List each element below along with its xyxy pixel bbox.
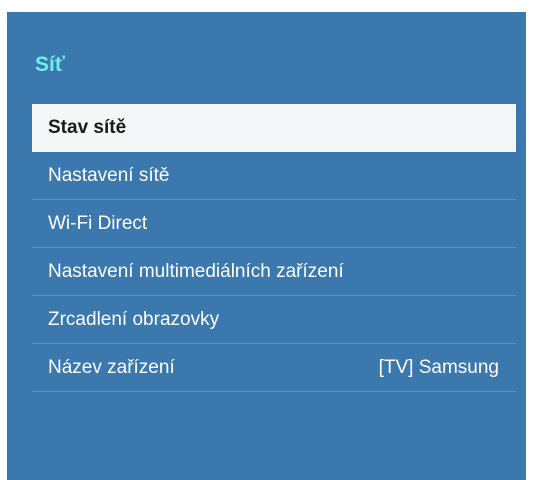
network-settings-panel: Síť Stav sítě Nastavení sítě Wi-Fi Direc… — [7, 12, 526, 480]
panel-title: Síť — [35, 53, 65, 76]
network-menu: Stav sítě Nastavení sítě Wi-Fi Direct Na… — [32, 104, 516, 392]
menu-item-network-status[interactable]: Stav sítě — [32, 104, 516, 152]
menu-item-wifi-direct[interactable]: Wi-Fi Direct — [32, 200, 516, 248]
device-name-value: [TV] Samsung — [378, 356, 499, 378]
menu-item-label: Nastavení multimediálních zařízení — [48, 260, 344, 282]
menu-item-screen-mirroring[interactable]: Zrcadlení obrazovky — [32, 296, 516, 344]
menu-item-device-name[interactable]: Název zařízení [TV] Samsung — [32, 344, 516, 392]
menu-item-label: Název zařízení — [48, 356, 175, 378]
menu-item-label: Nastavení sítě — [48, 164, 170, 186]
menu-item-network-settings[interactable]: Nastavení sítě — [32, 152, 516, 200]
menu-item-label: Wi-Fi Direct — [48, 212, 148, 234]
menu-item-label: Zrcadlení obrazovky — [48, 308, 220, 330]
menu-item-multimedia-device-settings[interactable]: Nastavení multimediálních zařízení — [32, 248, 516, 296]
menu-item-label: Stav sítě — [48, 116, 127, 138]
